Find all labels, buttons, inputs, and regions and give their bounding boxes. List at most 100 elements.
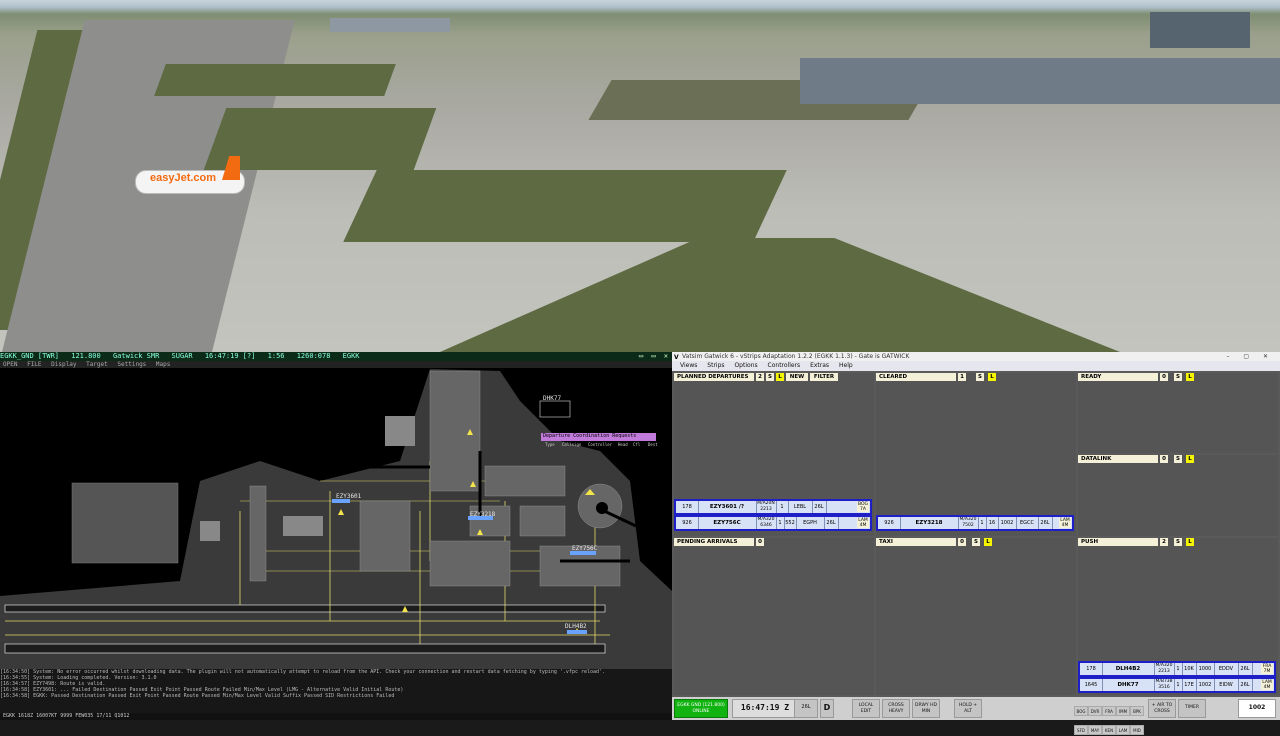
new-strip-button[interactable]: NEW: [786, 373, 808, 381]
sid-button[interactable]: DVR: [1088, 706, 1102, 716]
timer-button[interactable]: TIMER: [1178, 699, 1206, 718]
radar-tag[interactable]: EZY756C: [572, 545, 597, 552]
runway-selector[interactable]: 26L: [794, 699, 818, 718]
log-line: [16:34:58] EGKK: Passed Destination Pass…: [0, 693, 395, 699]
sid-button[interactable]: BOG: [1074, 706, 1088, 716]
window-controls[interactable]: ▭ ▭ ✕: [639, 352, 670, 361]
efs-menu-bar: Views Strips Options Controllers Extras …: [672, 361, 1280, 371]
bay-title: CLEARED: [876, 373, 956, 381]
bay-count[interactable]: 2: [1160, 538, 1168, 546]
radar-coord: 1260:078: [296, 352, 331, 360]
inset-box: [71, 482, 179, 564]
bay-lock-button[interactable]: L: [1186, 373, 1194, 381]
sid-button[interactable]: SFD: [1074, 725, 1088, 735]
sid-button[interactable]: BPK: [1130, 706, 1144, 716]
bay-lock-button[interactable]: L: [776, 373, 784, 381]
departure-requests-col-callsign: Callsign: [562, 442, 582, 447]
flight-strip[interactable]: 178 DLH4B2 M/A320 2213 1 10K 1000 EDDV 26…: [1078, 661, 1276, 677]
menu-views[interactable]: Views: [680, 362, 697, 369]
strip-type: M/A320 2213: [1154, 663, 1175, 675]
bay-title: PENDING ARRIVALS: [674, 538, 754, 546]
bay-sort-button[interactable]: S: [976, 373, 984, 381]
bay-sort-button[interactable]: S: [1174, 455, 1182, 463]
departure-requests-title[interactable]: Departure Coordination Requests: [543, 433, 636, 439]
sid-button[interactable]: LAM: [1116, 725, 1130, 735]
bay-sort-button[interactable]: S: [1174, 538, 1182, 546]
filter-button[interactable]: FILTER: [810, 373, 838, 381]
radar-status-bar: EGKK_GND [TWR] 121.800 Gatwick SMR SUGAR…: [0, 352, 672, 361]
utc-clock: 16:47:19 Z: [732, 699, 798, 718]
aircraft-livery-text: easyJet.com: [150, 172, 217, 184]
qnh-display: 1002: [1238, 699, 1276, 718]
bay-lock-button[interactable]: L: [1186, 455, 1194, 463]
menu-controllers[interactable]: Controllers: [768, 362, 801, 369]
strip-callsign: EZY756C: [698, 517, 757, 529]
runway-south: [4, 643, 606, 654]
flight-strip[interactable]: 926 EZY756C M/A320 6346 1 552 EGPH 26L LA…: [674, 515, 872, 531]
bay-title: READY: [1078, 373, 1158, 381]
radar-screen[interactable]: OPEN FILE Display Target Settings Maps D…: [0, 361, 672, 713]
strip-type: M/B738 3516: [1154, 679, 1175, 691]
bay-lock-button[interactable]: L: [1186, 538, 1194, 546]
radar-tag[interactable]: EZY3218: [470, 511, 495, 518]
flight-strip[interactable]: 1645 DHK77 M/B738 3516 1 17E 1002 EIDW 26…: [1078, 677, 1276, 693]
radar-command-line[interactable]: EGKK 1618Z 16007KT 9999 FEW035 17/11 Q10…: [0, 713, 672, 720]
grass-area: [440, 238, 1120, 352]
bay-push: PUSH 2 S L 178 DLH4B2 M/A320 2213 1 10K 1…: [1078, 538, 1278, 695]
radar-profile[interactable]: Gatwick SMR: [113, 352, 159, 360]
strip-type: M/A320 6346: [756, 517, 777, 529]
bay-sort-button[interactable]: S: [972, 538, 980, 546]
bay-cleared: CLEARED 1 S L 926 EZY3218 M/A320 7502 1 1…: [876, 373, 1076, 536]
bay-taxi: TAXI 0 S L: [876, 538, 1076, 695]
efs-bottom-bar: EGKK GND (121.800) ONLINE 16:47:19 Z 26L…: [672, 697, 1280, 735]
mode-button[interactable]: D: [820, 699, 834, 718]
local-edit-button[interactable]: LOCAL EDIT: [852, 699, 880, 718]
menu-help[interactable]: Help: [839, 362, 853, 369]
efs-title-bar: V Vatsim Gatwick 6 - vStrips Adaptation …: [672, 352, 1280, 361]
flight-strip[interactable]: 178 EZY3601 /? M/A20N 2213 1 LEBL 26L BOG…: [674, 499, 872, 515]
frequency-button[interactable]: EGKK GND (121.800) ONLINE: [674, 699, 728, 718]
bay-count[interactable]: 0: [958, 538, 966, 546]
strip-type-value: M/B738: [1155, 679, 1173, 684]
bay-count[interactable]: 2: [756, 373, 764, 381]
electronic-flight-strips: V Vatsim Gatwick 6 - vStrips Adaptation …: [672, 352, 1280, 735]
bay-sort-button[interactable]: S: [766, 373, 774, 381]
window-controls[interactable]: – ▢ ✕: [1226, 352, 1274, 361]
sid-button[interactable]: FRA: [1102, 706, 1116, 716]
hold-alt-button[interactable]: HOLD + ALT: [954, 699, 982, 718]
radar-frequency[interactable]: 121.800: [71, 352, 101, 360]
bay-count[interactable]: 1: [958, 373, 966, 381]
menu-options[interactable]: Options: [734, 362, 757, 369]
drwy-hd-min-button[interactable]: DRWY HD MIN: [912, 699, 940, 718]
strip-runway: 26L: [824, 517, 839, 529]
strip-stand: 178: [1080, 663, 1103, 675]
sid-button[interactable]: KEN: [1102, 725, 1116, 735]
strip-fl: 1002: [1196, 679, 1215, 691]
bay-pending-arrivals: PENDING ARRIVALS 0: [674, 538, 874, 695]
radar-callsign[interactable]: EGKK_GND [TWR]: [0, 352, 59, 360]
strip-dest: EGCC: [1016, 517, 1039, 529]
menu-strips[interactable]: Strips: [707, 362, 724, 369]
sid-button[interactable]: MID: [1130, 725, 1144, 735]
bay-sort-button[interactable]: S: [1174, 373, 1182, 381]
strip-fl: 1000: [1196, 663, 1215, 675]
bay-lock-button[interactable]: L: [984, 538, 992, 546]
sid-button[interactable]: IMM: [1116, 706, 1130, 716]
radar-tag[interactable]: DHK77: [543, 395, 561, 402]
cross-heavy-button[interactable]: CROSS HEAVY: [882, 699, 910, 718]
terminal-building: [800, 58, 1280, 104]
strip-route: LAM 4M: [857, 518, 869, 528]
radar-tag[interactable]: DLH4B2: [565, 623, 587, 630]
bay-count[interactable]: 0: [756, 538, 764, 546]
radar-range: 1:56: [267, 352, 285, 360]
flight-strip[interactable]: 926 EZY3218 M/A320 7502 1 16 1002 EGCC 26…: [876, 515, 1074, 531]
radar-tag[interactable]: EZY3601: [336, 493, 361, 500]
bay-count[interactable]: 0: [1160, 455, 1168, 463]
strip-stand: 178: [676, 501, 699, 513]
menu-extras[interactable]: Extras: [810, 362, 829, 369]
bay-count[interactable]: 0: [1160, 373, 1168, 381]
bay-lock-button[interactable]: L: [988, 373, 996, 381]
radar-message-log: [16:34:50] System: No error occurred whi…: [0, 669, 672, 713]
bay-title: DATALINK: [1078, 455, 1158, 463]
sid-button[interactable]: MAY: [1088, 725, 1102, 735]
